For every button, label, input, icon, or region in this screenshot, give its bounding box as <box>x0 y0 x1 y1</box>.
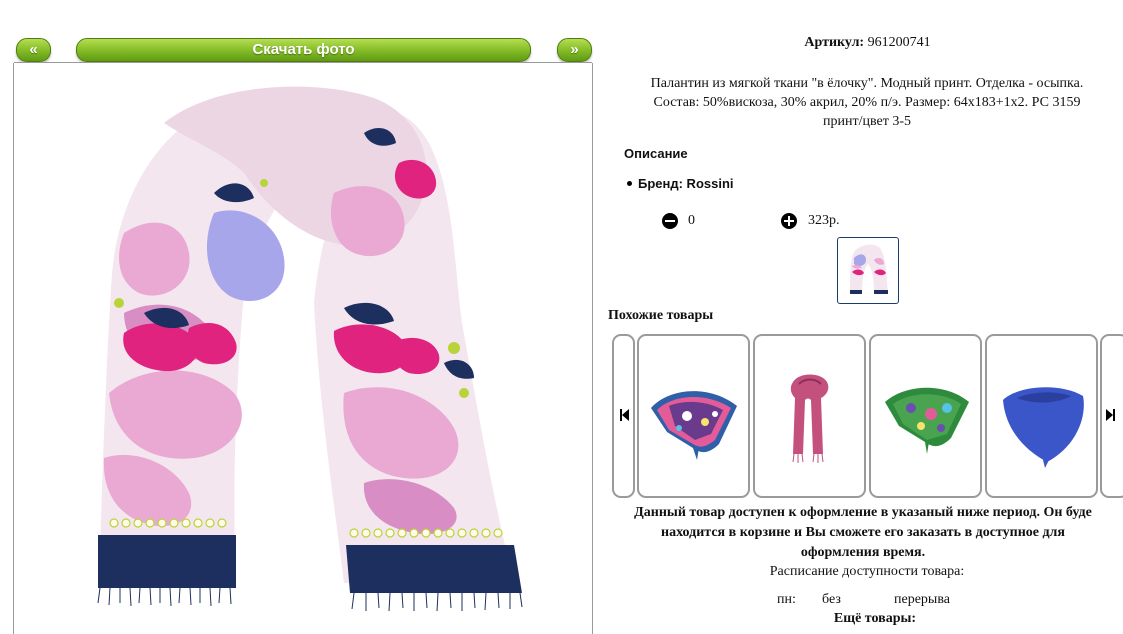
brand-item: Бренд: Rossini <box>627 176 734 191</box>
more-products-heading: Ещё товары: <box>833 611 917 626</box>
bullet-icon <box>627 181 632 187</box>
article-number: Артикул: 961200741 <box>620 35 1115 51</box>
scarf-pink-long-image <box>790 374 829 463</box>
carousel-next-button[interactable] <box>1100 334 1123 498</box>
description-line: Состав: 50%вискоза, 30% акрил, 20% п/э. … <box>653 95 1081 110</box>
plus-icon[interactable] <box>781 213 797 229</box>
next-photo-button[interactable]: » <box>557 38 592 62</box>
schedule-to: перерыва <box>894 592 950 607</box>
schedule-day: пн: <box>777 592 796 607</box>
skip-back-icon <box>620 409 629 421</box>
similar-product-card[interactable] <box>637 334 750 498</box>
similar-product-card[interactable] <box>985 334 1098 498</box>
skip-forward-icon <box>1106 409 1115 421</box>
availability-notice: Данный товар доступен к оформление в ука… <box>598 503 1123 563</box>
quantity-value: 0 <box>688 213 695 228</box>
description-heading: Описание <box>624 146 688 161</box>
prev-photo-button[interactable]: « <box>16 38 51 62</box>
scarf-blue-plain-image <box>1003 387 1084 468</box>
article-label: Артикул: <box>804 35 865 50</box>
download-photo-button[interactable]: Скачать фото <box>76 38 531 62</box>
scarf-green-floral-image <box>885 387 969 454</box>
description-line: Палантин из мягкой ткани "в ёлочку". Мод… <box>650 76 1084 91</box>
carousel-prev-button[interactable] <box>612 334 635 498</box>
notice-line: Данный товар доступен к оформление в ука… <box>634 505 1092 520</box>
scarf-illustration <box>97 86 523 612</box>
similar-products-heading: Похожие товары <box>608 308 714 323</box>
product-photo <box>13 63 593 634</box>
scarf-thumbnail-image <box>850 244 888 294</box>
similar-product-card[interactable] <box>753 334 866 498</box>
schedule-title: Расписание доступности товара: <box>769 564 965 579</box>
description-line: принт/цвет 3-5 <box>823 114 911 129</box>
quantity-stepper: 0 323р. <box>662 212 862 232</box>
product-thumbnail[interactable] <box>837 237 899 304</box>
scarf-blue-patterned-image <box>651 391 737 460</box>
price-value: 323р. <box>808 213 840 228</box>
minus-icon[interactable] <box>662 213 678 229</box>
notice-line: оформления время. <box>800 545 926 560</box>
product-description: Палантин из мягкой ткани "в ёлочку". Мод… <box>612 74 1122 131</box>
similar-product-card[interactable] <box>869 334 982 498</box>
article-value: 961200741 <box>867 35 931 50</box>
schedule-from: без <box>822 592 841 607</box>
brand-text: Бренд: Rossini <box>638 176 734 191</box>
notice-line: находится в корзине и Вы сможете его зак… <box>661 525 1065 540</box>
